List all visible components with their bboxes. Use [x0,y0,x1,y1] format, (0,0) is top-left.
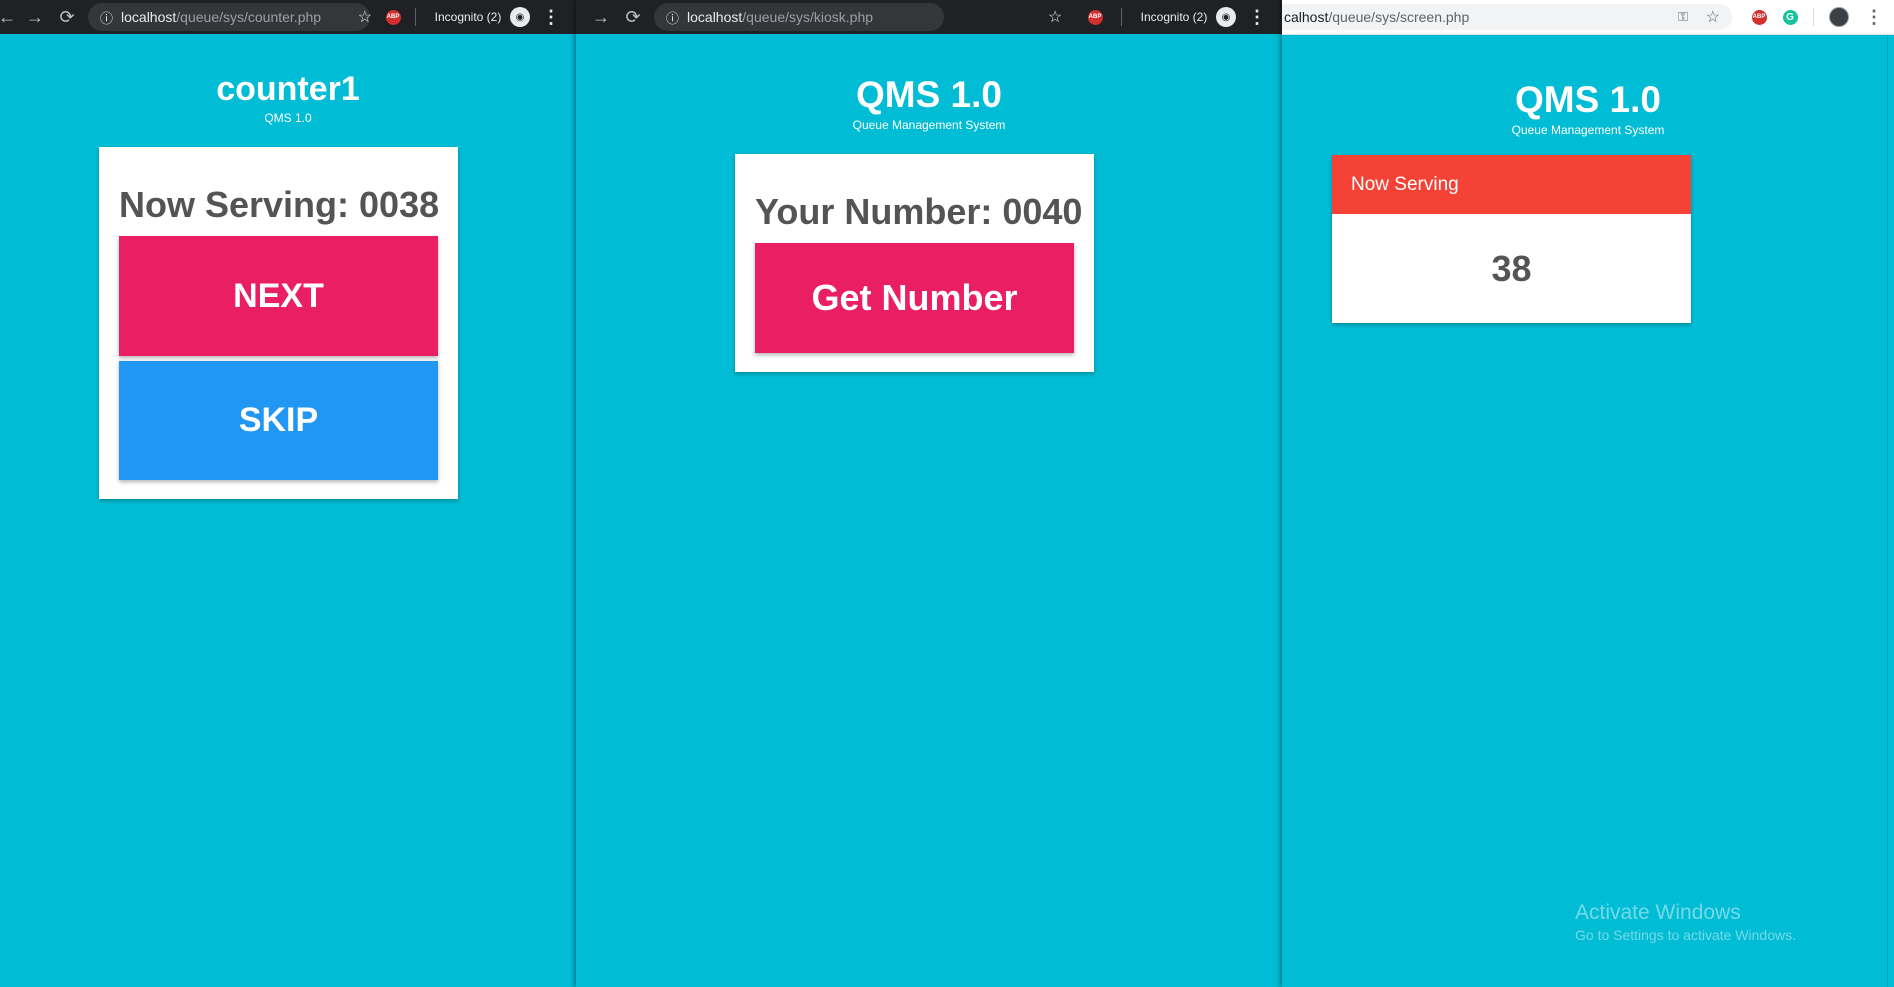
reload-icon[interactable]: ⟳ [622,0,644,34]
kiosk-card: Your Number: 0040 Get Number [735,154,1094,372]
url-host: localhost [687,9,743,25]
back-icon[interactable]: ← [0,0,16,34]
page-subtitle: Queue Management System [1511,123,1665,137]
url-path: /queue/sys/screen.php [1328,9,1470,25]
url-host: calhost [1284,9,1329,25]
menu-icon[interactable]: ⋮ [542,0,560,34]
kiosk-browser-window: → ⟳ ⓘ localhost/queue/sys/kiosk.php ☆ AB… [576,0,1282,987]
page-subtitle: QMS 1.0 [264,111,312,125]
kiosk-page: QMS 1.0 Queue Management System Your Num… [576,34,1282,987]
adblock-label: ABP [1087,9,1103,25]
address-bar[interactable]: ⓘ localhost/queue/sys/kiosk.php [654,3,944,31]
now-serving-card: Now Serving 38 [1332,155,1691,323]
adblock-icon[interactable]: ABP [1085,0,1105,34]
bookmark-star-icon[interactable]: ☆ [358,7,372,27]
url-path: /queue/sys/counter.php [176,9,322,25]
incognito-icon[interactable]: ◉ [509,0,531,34]
page-title: counter1 [216,70,360,108]
incognito-label[interactable]: Incognito (2) [1139,0,1209,34]
bookmark-star-icon[interactable]: ☆ [1706,7,1720,27]
kiosk-header: QMS 1.0 Queue Management System [576,74,1282,132]
screen-header: QMS 1.0 Queue Management System [1282,79,1894,137]
adblock-label: ABP [1751,9,1767,25]
browser-toolbar: → ⟳ ⓘ localhost/queue/sys/kiosk.php ☆ AB… [576,0,1282,34]
adblock-icon[interactable]: ABP [383,0,403,34]
now-serving-text: Now Serving: 0038 [119,184,440,225]
info-icon[interactable]: ⓘ [666,8,679,27]
address-bar[interactable]: calhost/queue/sys/screen.php ⚿ ☆ [1282,4,1732,30]
counter-browser-window: ← → ⟳ ⓘ localhost/queue/sys/counter.php … [0,0,576,987]
menu-icon[interactable]: ⋮ [1865,0,1883,34]
browser-toolbar: ← → ⟳ ⓘ localhost/queue/sys/counter.php … [0,0,576,34]
forward-icon[interactable]: → [590,0,612,34]
screen-page: QMS 1.0 Queue Management System Now Serv… [1282,35,1894,987]
now-serving-header: Now Serving [1332,155,1691,214]
screen-browser-window: calhost/queue/sys/screen.php ⚿ ☆ ABP G ⋮… [1282,0,1894,987]
key-icon[interactable]: ⚿ [1678,9,1688,25]
toolbar-separator [1120,0,1122,34]
info-icon[interactable]: ⓘ [100,8,113,27]
profile-avatar[interactable] [1827,0,1851,34]
counter-header: counter1 QMS 1.0 [0,70,576,125]
incognito-label[interactable]: Incognito (2) [433,0,503,34]
url-path: /queue/sys/kiosk.php [742,9,874,25]
your-number-text: Your Number: 0040 [755,191,1083,232]
activate-windows-title: Activate Windows [1575,901,1741,924]
url-text: localhost/queue/sys/counter.php [121,9,321,25]
adblock-label: ABP [385,9,401,25]
reload-icon[interactable]: ⟳ [56,0,78,34]
adblock-icon[interactable]: ABP [1749,0,1769,34]
bookmark-star-icon[interactable]: ☆ [1044,0,1066,34]
counter-card: Now Serving: 0038 NEXT SKIP [99,147,458,499]
incognito-icon[interactable]: ◉ [1215,0,1237,34]
toolbar-separator [414,0,416,34]
toolbar-separator [1812,0,1814,34]
activate-windows-subtitle: Go to Settings to activate Windows. [1575,927,1796,943]
forward-icon[interactable]: → [24,0,46,34]
get-number-button[interactable]: Get Number [755,243,1074,353]
url-text: localhost/queue/sys/kiosk.php [687,9,873,25]
page-title: QMS 1.0 [856,74,1002,115]
grammarly-icon[interactable]: G [1780,0,1800,34]
page-title: QMS 1.0 [1515,79,1661,120]
url-host: localhost [121,9,177,25]
address-bar[interactable]: ⓘ localhost/queue/sys/counter.php ☆ [88,3,372,31]
url-text: calhost/queue/sys/screen.php [1284,9,1469,25]
skip-button[interactable]: SKIP [119,361,438,480]
page-subtitle: Queue Management System [852,118,1006,132]
menu-icon[interactable]: ⋮ [1248,0,1266,34]
browser-toolbar: calhost/queue/sys/screen.php ⚿ ☆ ABP G ⋮ [1282,0,1894,35]
window-right-edge [1887,35,1894,987]
next-button[interactable]: NEXT [119,236,438,356]
now-serving-number: 38 [1491,247,1532,289]
counter-page: counter1 QMS 1.0 Now Serving: 0038 NEXT … [0,34,576,987]
